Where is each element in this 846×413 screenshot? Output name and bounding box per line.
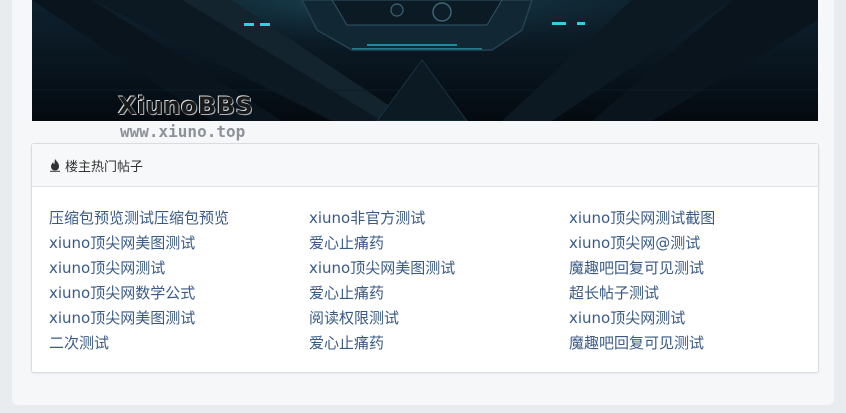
thread-link[interactable]: 魔趣吧回复可见测试 [569,331,809,356]
thread-grid: 压缩包预览测试压缩包预览 xiuno非官方测试 xiuno顶尖网测试截图 xiu… [49,206,809,356]
thread-link[interactable]: xiuno顶尖网测试 [49,256,309,281]
card-title: 楼主热门帖子 [65,159,144,175]
thread-link[interactable]: xiuno顶尖网数学公式 [49,281,309,306]
thread-link[interactable]: 爱心止痛药 [309,331,569,356]
thread-link[interactable]: xiuno顶尖网@测试 [569,231,809,256]
thread-link[interactable]: 压缩包预览测试压缩包预览 [49,206,309,231]
watermark-url: www.xiuno.top [120,122,246,141]
thread-link[interactable]: xiuno顶尖网测试 [569,306,809,331]
thread-link[interactable]: 魔趣吧回复可见测试 [569,256,809,281]
thread-link[interactable]: xiuno顶尖网测试截图 [569,206,809,231]
thread-link[interactable]: xiuno顶尖网美图测试 [49,306,309,331]
thread-link[interactable]: 爱心止痛药 [309,231,569,256]
card-header: 楼主热门帖子 [32,144,818,187]
thread-link[interactable]: 二次测试 [49,331,309,356]
watermark-title: XiunoBBS [118,92,254,120]
thread-link[interactable]: 超长帖子测试 [569,281,809,306]
thread-link[interactable]: xiuno非官方测试 [309,206,569,231]
thread-link[interactable]: xiuno顶尖网美图测试 [49,231,309,256]
hot-threads-card: 楼主热门帖子 压缩包预览测试压缩包预览 xiuno非官方测试 xiuno顶尖网测… [31,143,819,373]
thread-link[interactable]: xiuno顶尖网美图测试 [309,256,569,281]
fire-icon [49,158,61,172]
thread-link[interactable]: 阅读权限测试 [309,306,569,331]
thread-link[interactable]: 爱心止痛药 [309,281,569,306]
